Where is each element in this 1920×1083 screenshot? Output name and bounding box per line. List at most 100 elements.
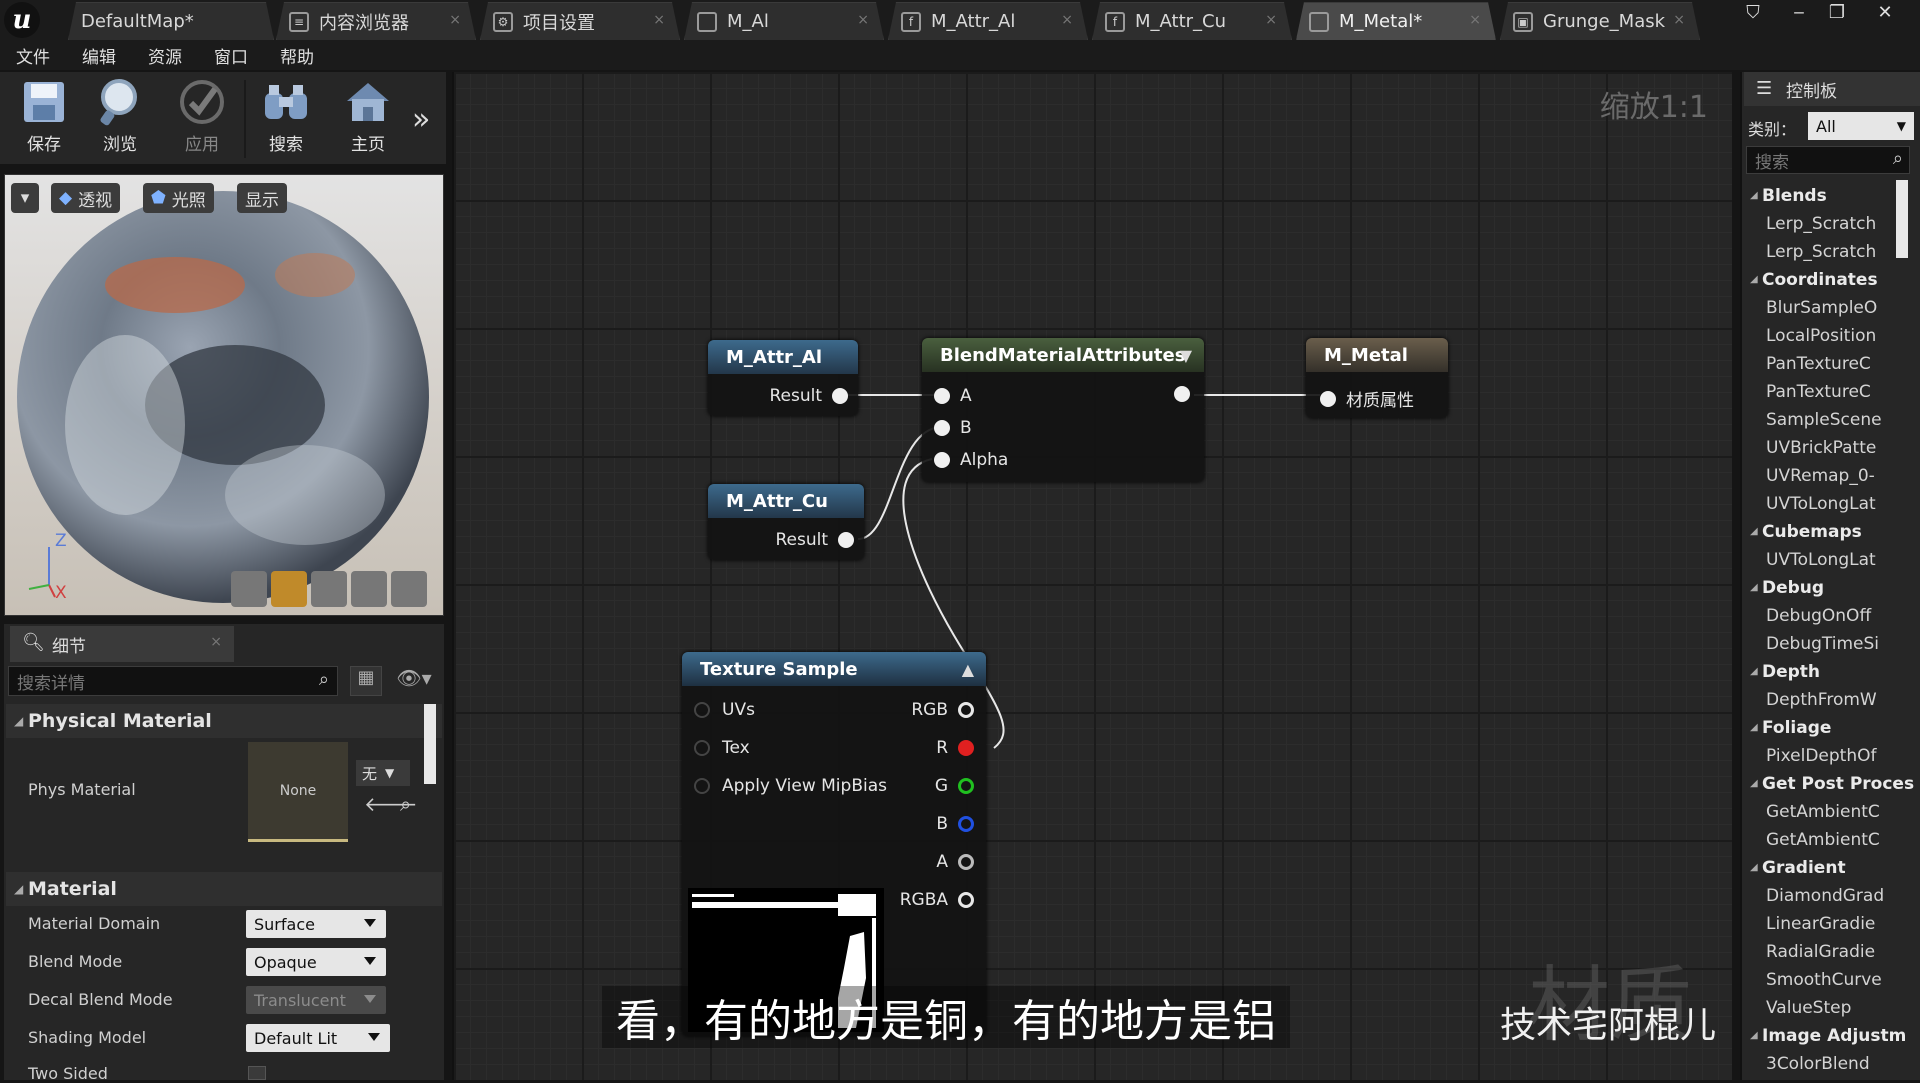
pin-dot[interactable] [838, 532, 854, 548]
node-header[interactable]: Texture Sample ▲ [682, 652, 986, 686]
pin-dot[interactable] [958, 702, 974, 718]
pin-dot[interactable] [1174, 386, 1190, 402]
pin-dot[interactable] [694, 740, 710, 756]
input-pin-b[interactable]: B [934, 418, 972, 438]
blend-mode-dropdown[interactable]: Opaque [246, 948, 386, 976]
palette-item[interactable]: UVBrickPatte [1766, 438, 1876, 458]
output-pin-a[interactable]: A [936, 852, 974, 872]
close-icon[interactable]: × [1265, 12, 1277, 28]
view-options-grid-icon[interactable]: ▦ [350, 666, 382, 696]
cylinder-preview-button[interactable] [231, 571, 267, 607]
pin-dot[interactable] [934, 420, 950, 436]
node-m-attr-al[interactable]: M_Attr_Al Result [708, 340, 858, 416]
phys-material-thumbnail[interactable]: None [248, 742, 348, 842]
pin-dot[interactable] [958, 816, 974, 832]
pin-dot[interactable] [1320, 390, 1336, 407]
palette-item[interactable]: 3ColorBlend [1766, 1054, 1870, 1074]
tab-m-al[interactable]: M_Al × [684, 2, 884, 40]
palette-item[interactable]: LinearGradie [1766, 914, 1875, 934]
output-pin-rgba[interactable]: RGBA [900, 890, 974, 910]
tab-grunge-mask[interactable]: ▣ Grunge_Mask × [1500, 2, 1700, 40]
output-pin-r[interactable]: R [936, 738, 974, 758]
material-preview-viewport[interactable]: ▾ ◆ 透视 ⬟ 光照 显示 Z X [4, 174, 444, 616]
material-attributes-input-pin[interactable]: 材质属性 [1320, 386, 1414, 411]
palette-item[interactable]: DebugTimeSi [1766, 634, 1879, 654]
output-pin-rgb[interactable]: RGB [911, 700, 974, 720]
palette-category[interactable]: ◢ Depth [1750, 662, 1820, 682]
close-icon[interactable]: × [1469, 12, 1481, 28]
palette-item[interactable]: ValueStep [1766, 998, 1851, 1018]
output-pin[interactable] [1174, 386, 1190, 402]
pin-dot[interactable] [694, 702, 710, 718]
collapse-triangle-icon[interactable]: ▼ [1180, 346, 1192, 365]
show-button[interactable]: 显示 [237, 183, 287, 213]
menu-asset[interactable]: 资源 [148, 43, 182, 68]
palette-item[interactable]: UVToLongLat [1766, 550, 1876, 570]
close-icon[interactable]: × [857, 12, 869, 28]
palette-item[interactable]: PixelDepthOf [1766, 746, 1876, 766]
home-button[interactable]: 主页 [330, 76, 406, 160]
lit-button[interactable]: ⬟ 光照 [143, 183, 214, 213]
more-chevron-icon[interactable]: » [412, 102, 430, 137]
details-scrollbar[interactable] [424, 704, 436, 784]
palette-item[interactable]: DebugOnOff [1766, 606, 1871, 626]
input-pin-a[interactable]: A [934, 386, 972, 406]
palette-item[interactable]: PanTextureC [1766, 382, 1871, 402]
shading-model-dropdown[interactable]: Default Lit [246, 1024, 390, 1052]
palette-category[interactable]: ◢ Debug [1750, 578, 1824, 598]
palette-category[interactable]: ◢ Gradient [1750, 858, 1846, 878]
close-icon[interactable]: × [653, 12, 665, 28]
palette-item[interactable]: SampleScene [1766, 410, 1882, 430]
material-section-header[interactable]: ◢ Material [6, 872, 442, 906]
node-blend-material-attributes[interactable]: BlendMaterialAttributes ▼ A B Alpha [922, 338, 1204, 482]
minimize-icon[interactable]: ‒ [1782, 0, 1816, 24]
node-texture-sample[interactable]: Texture Sample ▲ UVs Tex Apply View MipB… [682, 652, 986, 1036]
close-icon[interactable]: × [1673, 12, 1685, 28]
palette-item[interactable]: DiamondGrad [1766, 886, 1884, 906]
tab-m-metal[interactable]: M_Metal* × [1296, 2, 1496, 40]
palette-item[interactable]: UVToLongLat [1766, 494, 1876, 514]
viewport-options-dropdown[interactable]: ▾ [11, 183, 39, 213]
category-dropdown[interactable]: All ▼ [1808, 112, 1914, 140]
details-tab[interactable]: 🔍︎ 细节 × [10, 626, 234, 662]
result-output-pin[interactable]: Result [769, 386, 848, 406]
menu-file[interactable]: 文件 [16, 43, 50, 68]
node-header[interactable]: M_Metal [1306, 338, 1448, 372]
palette-item[interactable]: Lerp_Scratch [1766, 214, 1876, 234]
tab-content-browser[interactable]: ≡ 内容浏览器 × [276, 2, 476, 40]
pin-dot[interactable] [958, 854, 974, 870]
two-sided-checkbox[interactable] [248, 1066, 266, 1080]
feedback-icon[interactable]: ⛉ [1736, 0, 1770, 24]
pin-dot[interactable] [958, 778, 974, 794]
palette-scrollbar[interactable] [1896, 180, 1908, 258]
pin-dot[interactable] [934, 452, 950, 468]
pin-dot[interactable] [694, 778, 710, 794]
cube-preview-button[interactable] [351, 571, 387, 607]
palette-item[interactable]: Lerp_Scratch [1766, 242, 1876, 262]
pin-dot[interactable] [958, 892, 974, 908]
palette-category[interactable]: ◢ Get Post Proces [1750, 774, 1914, 794]
output-pin-g[interactable]: G [935, 776, 974, 796]
palette-search-input[interactable]: 搜索 ⌕ [1746, 146, 1910, 174]
maximize-icon[interactable]: ❐ [1820, 0, 1854, 24]
material-graph-canvas[interactable]: 缩放1:1 M_Attr_Al Result M_Attr_Cu Result … [452, 72, 1732, 1080]
details-search-input[interactable]: 搜索详情 ⌕ [8, 666, 338, 696]
perspective-button[interactable]: ◆ 透视 [51, 183, 121, 213]
palette-item[interactable]: PanTextureC [1766, 354, 1871, 374]
browse-magnifier-icon[interactable]: ⌕ [400, 792, 411, 816]
menu-edit[interactable]: 编辑 [82, 43, 116, 68]
teapot-preview-button[interactable] [391, 571, 427, 607]
menu-help[interactable]: 帮助 [280, 43, 314, 68]
plane-preview-button[interactable] [311, 571, 347, 607]
input-pin-apply-view-mipbias[interactable]: Apply View MipBias [694, 776, 887, 796]
palette-item[interactable]: GetAmbientC [1766, 802, 1880, 822]
close-icon[interactable]: × [449, 12, 461, 28]
close-icon[interactable]: × [1061, 12, 1073, 28]
apply-button[interactable]: 应用 [164, 76, 240, 160]
result-output-pin[interactable]: Result [775, 530, 854, 550]
tab-defaultmap[interactable]: DefaultMap* [68, 2, 274, 40]
decal-blend-mode-dropdown[interactable]: Translucent [246, 986, 386, 1014]
input-pin-uvs[interactable]: UVs [694, 700, 755, 720]
sphere-preview-button[interactable] [271, 571, 307, 607]
palette-category[interactable]: ◢ Coordinates [1750, 270, 1878, 290]
